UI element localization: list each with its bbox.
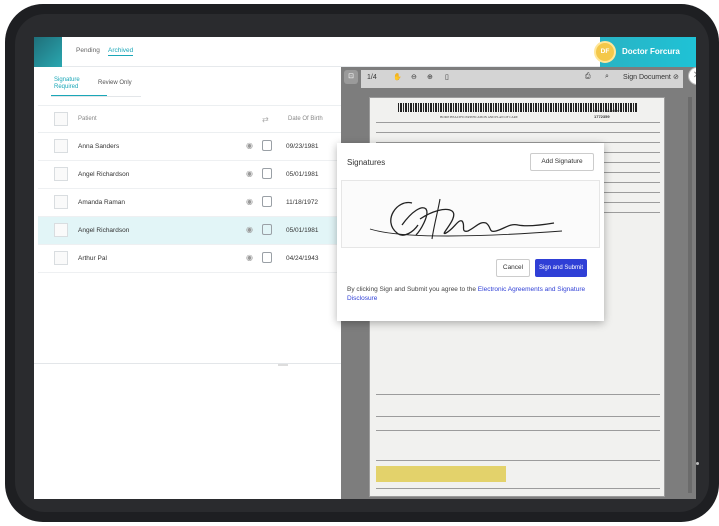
row-checkbox[interactable] <box>54 139 68 153</box>
tab-pending[interactable]: Pending <box>76 47 100 54</box>
column-dob: Date Of Birth <box>288 116 323 122</box>
select-all-checkbox[interactable] <box>54 112 68 126</box>
form-line <box>376 132 660 133</box>
page-indicator: 1/4 <box>367 74 377 81</box>
eye-icon[interactable]: ◉ <box>246 141 253 150</box>
patient-name: Amanda Raman <box>78 199 125 206</box>
form-line <box>376 488 660 489</box>
cancel-button[interactable]: Cancel <box>496 259 530 277</box>
hand-tool-icon[interactable]: ✋ <box>393 73 402 81</box>
patient-name: Arthur Pal <box>78 255 107 262</box>
patient-dob: 11/18/1972 <box>286 199 319 206</box>
printer-icon[interactable]: ⎙ <box>585 73 591 81</box>
signature-preview[interactable] <box>341 180 600 248</box>
no-sign-icon[interactable]: ⊘ <box>673 73 679 81</box>
table-row[interactable]: Amanda Raman ◉ 11/18/1972 <box>38 189 341 217</box>
eye-icon[interactable]: ◉ <box>246 253 253 262</box>
modal-title: Signatures <box>347 158 386 167</box>
disclaimer-text: By clicking Sign and Submit you agree to… <box>347 286 478 293</box>
table-row[interactable]: Arthur Pal ◉ 04/24/1943 <box>38 245 341 273</box>
form-line <box>376 394 660 395</box>
tab-signature-required[interactable]: Signature Required <box>54 77 80 91</box>
close-icon[interactable]: ✕ <box>688 67 696 85</box>
user-name: Doctor Forcura <box>622 47 680 56</box>
active-tab-indicator <box>51 95 107 96</box>
print-icon[interactable] <box>262 140 272 151</box>
signature-drawing <box>369 198 563 240</box>
document-title: HOME HEALTH CERTIFICATION AND PLAN OF CA… <box>440 115 518 119</box>
patient-list-panel: Signature Required Review Only Patient ⇄… <box>34 67 341 499</box>
patient-dob: 05/01/1981 <box>286 171 319 178</box>
form-line <box>376 122 660 123</box>
top-bar: Pending Archived DF Doctor Forcura <box>34 37 696 67</box>
user-menu[interactable]: DF Doctor Forcura <box>594 37 696 67</box>
patient-name: Angel Richardson <box>78 227 130 234</box>
avatar: DF <box>594 41 616 63</box>
table-row-selected[interactable]: Angel Richardson ◉ 05/01/1981 <box>38 217 341 245</box>
row-checkbox[interactable] <box>54 167 68 181</box>
viewer-toolbar: 1/4 ✋ ⊖ ⊕ ▯ ⎙ ⌕ Sign Document ⊘ <box>361 70 683 88</box>
disclaimer: By clicking Sign and Submit you agree to… <box>347 285 597 303</box>
patient-dob: 05/01/1981 <box>286 227 319 234</box>
edge-dot <box>696 462 699 465</box>
zoom-out-icon[interactable]: ⊖ <box>411 73 417 81</box>
form-line <box>376 460 660 461</box>
sign-document-button[interactable]: Sign Document <box>623 74 671 81</box>
panel-divider <box>34 363 341 364</box>
print-icon[interactable] <box>262 196 272 207</box>
patient-name: Angel Richardson <box>78 171 130 178</box>
scrollbar[interactable] <box>688 97 692 493</box>
add-signature-button[interactable]: Add Signature <box>530 153 594 171</box>
expand-icon[interactable]: ⊡ <box>344 70 358 84</box>
resize-handle[interactable] <box>278 364 288 366</box>
eye-icon[interactable]: ◉ <box>246 197 253 206</box>
row-checkbox[interactable] <box>54 195 68 209</box>
patient-dob: 04/24/1943 <box>286 255 319 262</box>
tab-review-only[interactable]: Review Only <box>98 80 132 87</box>
table-row[interactable]: Angel Richardson ◉ 05/01/1981 <box>38 161 341 189</box>
fit-page-icon[interactable]: ▯ <box>445 73 449 81</box>
row-checkbox[interactable] <box>54 251 68 265</box>
order-number: 1772359 <box>594 114 610 119</box>
print-icon[interactable] <box>262 252 272 263</box>
tab-archived[interactable]: Archived <box>108 47 134 56</box>
tabs-baseline <box>51 96 141 97</box>
table-header: Patient ⇄ Date Of Birth <box>38 105 341 133</box>
app-logo <box>34 37 62 67</box>
eye-icon[interactable]: ◉ <box>246 169 253 178</box>
order-label: Order Number: <box>594 108 621 113</box>
filter-icon[interactable]: ⇄ <box>262 115 269 124</box>
search-icon[interactable]: ⌕ <box>605 73 609 81</box>
print-icon[interactable] <box>262 224 272 235</box>
print-icon[interactable] <box>262 168 272 179</box>
eye-icon[interactable]: ◉ <box>246 225 253 234</box>
signature-strip <box>376 466 506 482</box>
table-row[interactable]: Anna Sanders ◉ 09/23/1981 <box>38 133 341 161</box>
sign-and-submit-button[interactable]: Sign and Submit <box>535 259 587 277</box>
form-line <box>376 430 660 431</box>
form-line <box>376 416 660 417</box>
column-patient: Patient <box>78 116 97 122</box>
zoom-in-icon[interactable]: ⊕ <box>427 73 433 81</box>
sub-tabs: Signature Required Review Only <box>34 67 341 101</box>
patient-dob: 09/23/1981 <box>286 143 319 150</box>
patient-name: Anna Sanders <box>78 143 120 150</box>
signatures-modal: Signatures Add Signature Cancel Sign and… <box>337 143 604 321</box>
row-checkbox[interactable] <box>54 223 68 237</box>
